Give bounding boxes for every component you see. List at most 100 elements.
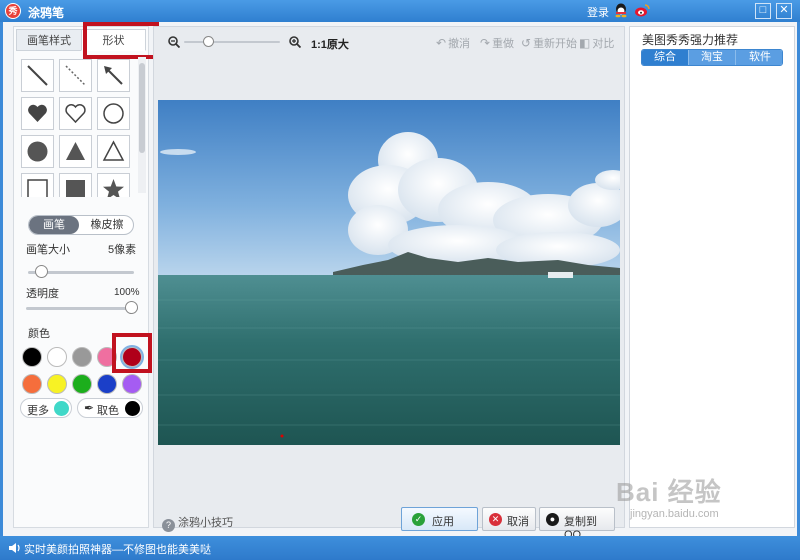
redo-icon: ↷ xyxy=(480,36,491,50)
brush-size-slider[interactable] xyxy=(28,265,134,279)
restart-button[interactable]: ↺ 重新开始 xyxy=(521,35,577,51)
undo-button[interactable]: ↶ 撤消 xyxy=(436,35,470,51)
shape-triangle-filled[interactable] xyxy=(59,135,92,168)
recommend-title: 美图秀秀强力推荐 xyxy=(642,33,739,47)
brush-options-panel: 画笔样式 形状 画笔 橡皮擦 画笔大小 5像素 透明度 100% 颜色 更多 ✒… xyxy=(13,22,159,528)
pick-color-label: 取色 xyxy=(97,405,119,417)
slider-track xyxy=(26,307,138,310)
slider-knob[interactable] xyxy=(203,36,214,47)
shape-grid xyxy=(19,57,139,197)
shape-arrow[interactable] xyxy=(97,59,130,92)
pen-tool-button[interactable]: 画笔 xyxy=(29,216,79,234)
opacity-label: 透明度 xyxy=(26,288,59,300)
scrollbar-thumb[interactable] xyxy=(139,63,145,153)
compare-label: 对比 xyxy=(592,38,615,50)
restart-label: 重新开始 xyxy=(533,38,578,50)
qq-penguin-icon: ● xyxy=(546,513,559,526)
color-swatch[interactable] xyxy=(72,347,92,367)
copy-to-qq-button[interactable]: ● 复制到QQ xyxy=(539,507,615,541)
more-color-dot xyxy=(54,401,69,416)
restore-button[interactable]: □ xyxy=(755,3,771,19)
brush-size-value: 5像素 xyxy=(108,244,137,256)
shape-triangle-outline[interactable] xyxy=(97,135,130,168)
login-link[interactable]: 登录 xyxy=(587,4,609,20)
compare-icon: ◧ xyxy=(579,36,591,50)
shape-line[interactable] xyxy=(21,59,54,92)
shape-circle-outline[interactable] xyxy=(97,97,130,130)
triangle-filled-icon xyxy=(66,142,85,160)
main-area: 画笔样式 形状 画笔 橡皮擦 画笔大小 5像素 透明度 100% 颜色 更多 ✒… xyxy=(0,22,800,541)
tab-brush-style[interactable]: 画笔样式 xyxy=(16,29,82,51)
panel-tabs: 画笔样式 形状 xyxy=(16,22,159,59)
cancel-label: 取消 xyxy=(507,516,529,528)
slider-knob[interactable] xyxy=(125,301,138,314)
pick-color-dot xyxy=(125,401,140,416)
circle-filled-icon xyxy=(27,141,48,162)
actual-size-button[interactable]: 1:1原大 xyxy=(311,36,349,52)
triangle-outline-icon xyxy=(102,140,125,161)
doodle-tips-link[interactable]: ? 涂鸦小技巧 xyxy=(162,514,233,532)
color-swatch[interactable] xyxy=(22,347,42,367)
status-bar: 实时美颜拍照神器—不修图也能美美哒 xyxy=(0,536,800,560)
recommendation-panel: 美图秀秀强力推荐 综合 淘宝 软件 xyxy=(629,26,795,528)
title-bar: 秀 涂鸦笔 登录 □ ✕ xyxy=(0,0,800,22)
color-swatch[interactable] xyxy=(72,374,92,394)
qq-icon[interactable] xyxy=(614,3,628,18)
pen-eraser-toggle: 画笔 橡皮擦 xyxy=(28,215,134,235)
tab-software[interactable]: 软件 xyxy=(736,50,782,65)
undo-icon: ↶ xyxy=(436,36,447,50)
highlight-box xyxy=(83,22,159,59)
slider-track xyxy=(184,41,280,43)
opacity-value: 100% xyxy=(114,287,140,298)
shape-scrollbar[interactable] xyxy=(138,57,146,193)
tab-general[interactable]: 综合 xyxy=(642,50,689,65)
more-colors-label: 更多 xyxy=(27,405,49,417)
shape-dashed-line[interactable] xyxy=(59,59,92,92)
eraser-tool-button[interactable]: 橡皮擦 xyxy=(81,216,133,234)
doodle-tips-label: 涂鸦小技巧 xyxy=(178,517,233,529)
window-title: 涂鸦笔 xyxy=(28,6,65,20)
help-icon: ? xyxy=(162,519,175,532)
apply-button[interactable]: ✓ 应用 xyxy=(401,507,478,531)
redo-label: 重做 xyxy=(492,38,515,50)
color-swatch[interactable] xyxy=(97,374,117,394)
zoom-in-icon[interactable] xyxy=(289,36,301,48)
seascape-photo xyxy=(158,100,620,445)
heart-outline-icon xyxy=(65,104,86,124)
shape-square-filled[interactable] xyxy=(59,173,92,197)
compare-button[interactable]: ◧ 对比 xyxy=(579,35,614,51)
shape-circle-filled[interactable] xyxy=(21,135,54,168)
shape-square-outline[interactable] xyxy=(21,173,54,197)
color-swatch[interactable] xyxy=(47,347,67,367)
canvas-panel: 1:1原大 ↶ 撤消 ↷ 重做 ↺ 重新开始 ◧ 对比 ? 涂鸦小技巧 ✓ 应用… xyxy=(153,26,625,541)
circle-outline-icon xyxy=(103,103,124,124)
status-message[interactable]: 实时美颜拍照神器—不修图也能美美哒 xyxy=(24,541,211,557)
redo-button[interactable]: ↷ 重做 xyxy=(480,35,514,51)
square-filled-icon xyxy=(66,180,85,197)
pick-color-button[interactable]: ✒ 取色 xyxy=(77,398,143,418)
dashed-line-icon xyxy=(65,65,86,86)
slider-knob[interactable] xyxy=(35,265,48,278)
color-swatch[interactable] xyxy=(22,374,42,394)
close-button[interactable]: ✕ xyxy=(776,3,792,19)
speaker-icon xyxy=(9,543,20,553)
shape-heart-filled[interactable] xyxy=(21,97,54,130)
opacity-slider[interactable] xyxy=(26,301,138,315)
more-colors-button[interactable]: 更多 xyxy=(20,398,72,418)
color-swatch[interactable] xyxy=(47,374,67,394)
undo-label: 撤消 xyxy=(448,38,471,50)
cancel-button[interactable]: ✕ 取消 xyxy=(482,507,536,531)
weibo-icon[interactable] xyxy=(634,3,650,18)
shape-heart-outline[interactable] xyxy=(59,97,92,130)
color-swatch[interactable] xyxy=(122,374,142,394)
star-filled-icon xyxy=(103,179,124,197)
shape-star-filled[interactable] xyxy=(97,173,130,197)
zoom-slider[interactable] xyxy=(184,36,280,48)
zoom-out-icon[interactable] xyxy=(168,36,180,48)
cancel-icon: ✕ xyxy=(489,513,502,526)
app-logo-icon: 秀 xyxy=(5,3,21,19)
apply-label: 应用 xyxy=(432,516,454,528)
photo-canvas[interactable] xyxy=(158,100,620,445)
tab-taobao[interactable]: 淘宝 xyxy=(689,50,736,65)
check-icon: ✓ xyxy=(412,513,425,526)
